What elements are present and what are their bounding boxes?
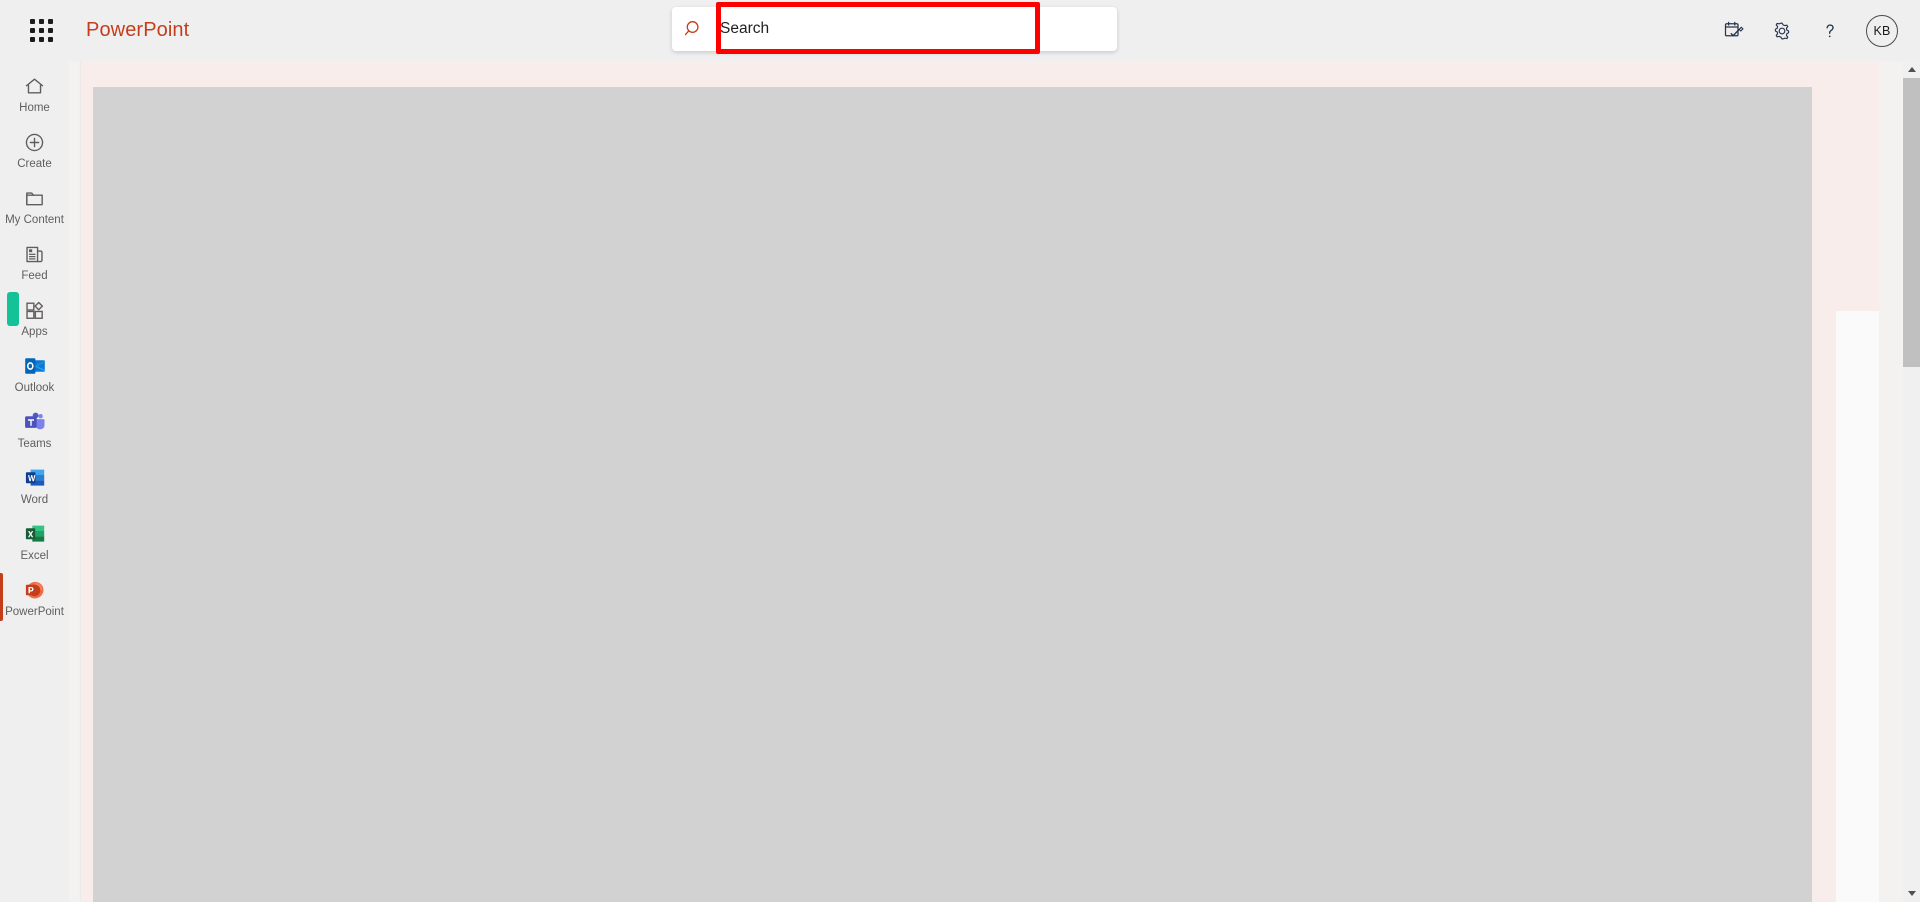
sidebar-item-word[interactable]: Word <box>0 457 69 513</box>
help-question-icon[interactable] <box>1806 7 1854 55</box>
create-plus-icon <box>23 129 46 155</box>
sidebar-item-label: Feed <box>21 270 48 282</box>
sidebar-item-label: Excel <box>20 550 49 562</box>
sidebar-item-label: Outlook <box>14 382 55 394</box>
app-header: PowerPoint Search KB <box>0 0 1920 61</box>
app-launcher-waffle-icon[interactable] <box>17 7 65 55</box>
home-icon <box>23 73 46 99</box>
account-avatar-button[interactable]: KB <box>1854 7 1910 55</box>
scrollbar-thumb[interactable] <box>1903 78 1920 367</box>
waffle-dot <box>38 19 44 24</box>
panel-right-strip-top <box>1836 61 1879 311</box>
sidebar-item-label: PowerPoint <box>5 606 64 618</box>
header-actions: KB <box>1710 0 1910 61</box>
waffle-dot <box>38 28 44 33</box>
sidebar-item-outlook[interactable]: Outlook <box>0 345 69 401</box>
sidebar-item-label: Teams <box>17 438 52 450</box>
waffle-dot <box>47 19 53 24</box>
sidebar-item-home[interactable]: Home <box>0 65 69 121</box>
sidebar-item-label: Create <box>17 158 52 170</box>
scroll-up-arrow-icon[interactable] <box>1903 61 1920 78</box>
settings-gear-icon[interactable] <box>1758 7 1806 55</box>
sidebar-item-label: Word <box>20 494 49 506</box>
content-placeholder <box>93 87 1812 902</box>
excel-icon <box>23 521 47 547</box>
triangle-up-icon <box>1907 67 1916 72</box>
powerpoint-web-app: PowerPoint Search KB Home Create My Cont… <box>0 0 1920 902</box>
triangle-down-icon <box>1907 891 1916 896</box>
waffle-dot <box>47 28 53 33</box>
waffle-dot <box>29 37 35 42</box>
main-content-area <box>69 61 1920 902</box>
waffle-dot <box>29 19 35 24</box>
content-panel <box>81 61 1836 902</box>
sidebar-item-label: Apps <box>21 326 48 338</box>
search-box[interactable] <box>672 7 1117 51</box>
scroll-down-arrow-icon[interactable] <box>1903 885 1920 902</box>
vertical-scrollbar[interactable] <box>1903 61 1920 902</box>
sidebar-item-label: Home <box>19 102 50 114</box>
sidebar-item-my-content[interactable]: My Content <box>0 177 69 233</box>
search-icon[interactable] <box>672 7 716 51</box>
word-icon <box>23 465 47 491</box>
apps-grid-icon <box>23 297 46 323</box>
waffle-dot <box>29 28 35 33</box>
outlook-icon <box>23 353 47 379</box>
tasks-icon[interactable] <box>1710 7 1758 55</box>
scrollbar-track[interactable] <box>1903 78 1920 885</box>
app-brand-title[interactable]: PowerPoint <box>86 19 189 42</box>
powerpoint-icon <box>23 577 47 603</box>
teams-icon <box>23 409 47 435</box>
sidebar-item-feed[interactable]: Feed <box>0 233 69 289</box>
scroll-position-marker <box>7 292 19 326</box>
waffle-dot <box>47 37 53 42</box>
waffle-dot <box>38 37 44 42</box>
sidebar-item-excel[interactable]: Excel <box>0 513 69 569</box>
sidebar-item-powerpoint[interactable]: PowerPoint <box>0 569 69 625</box>
waffle-grid <box>29 19 53 42</box>
sidebar-item-label: My Content <box>5 214 64 226</box>
folder-icon <box>23 185 46 211</box>
sidebar-item-teams[interactable]: Teams <box>0 401 69 457</box>
left-navigation-rail: Home Create My Content Feed Apps Outlook… <box>0 61 69 902</box>
search-input[interactable] <box>716 8 1117 50</box>
sidebar-item-create[interactable]: Create <box>0 121 69 177</box>
feed-icon <box>23 241 46 267</box>
avatar: KB <box>1866 14 1898 47</box>
